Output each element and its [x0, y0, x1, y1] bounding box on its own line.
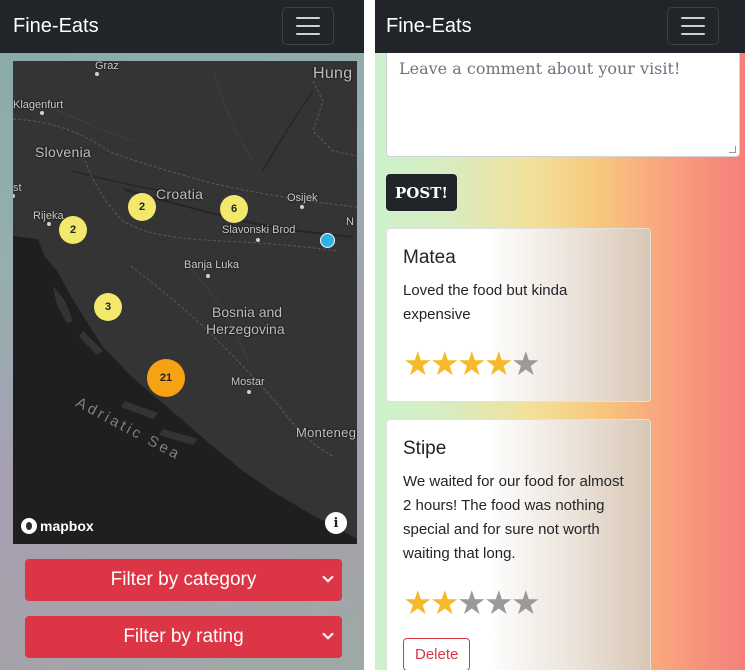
comment-placeholder: Leave a comment about your visit! — [399, 59, 681, 78]
map-label-slovenia: Slovenia — [35, 144, 92, 160]
resize-handle-icon[interactable] — [729, 146, 736, 153]
star-filled-icon: ★ — [403, 345, 433, 382]
review-card: Matea Loved the food but kinda expensive… — [386, 228, 651, 402]
map-label-hungary: Hung — [313, 65, 353, 82]
star-empty-icon: ★ — [457, 584, 487, 621]
review-card: Stipe We waited for our food for almost … — [386, 419, 651, 670]
star-empty-icon: ★ — [511, 345, 541, 382]
map-label-croatia: Croatia — [156, 186, 204, 202]
map-label-graz: Graz — [95, 61, 119, 72]
filter-category-select[interactable]: Filter by category — [25, 559, 342, 601]
delete-review-button[interactable]: Delete — [403, 638, 471, 670]
star-filled-icon: ★ — [484, 345, 514, 382]
navbar: Fine-Eats — [0, 0, 364, 53]
left-pane: Fine-Eats Graz Hung Klagenfurt Slovenia … — [0, 0, 364, 670]
review-text: We waited for our food for almost 2 hour… — [403, 473, 624, 562]
filter-rating-select[interactable]: Filter by rating — [25, 616, 342, 658]
review-text: Loved the food but kinda expensive — [403, 282, 568, 323]
map-cluster-rijeka[interactable]: 2 — [59, 216, 87, 244]
mapbox-logo[interactable]: mapbox — [21, 518, 94, 534]
map[interactable]: Graz Hung Klagenfurt Slovenia st Croatia… — [13, 61, 357, 544]
map-label-bosnia-2: Herzegovina — [206, 321, 285, 337]
map-label-n: N — [346, 216, 354, 228]
filter-category-label: Filter by category — [110, 569, 257, 590]
map-location-marker[interactable] — [320, 233, 335, 248]
map-info-button[interactable]: i — [325, 512, 347, 534]
review-rating: ★ ★ ★ ★ ★ — [403, 586, 634, 619]
review-author: Matea — [403, 247, 456, 268]
navbar-brand[interactable]: Fine-Eats — [386, 15, 472, 38]
navbar-brand[interactable]: Fine-Eats — [13, 15, 99, 38]
hamburger-icon — [681, 17, 705, 19]
mapbox-wordmark: mapbox — [40, 518, 94, 534]
map-terrain — [13, 61, 357, 544]
map-label-bosnia-1: Bosnia and — [212, 304, 283, 320]
review-author: Stipe — [403, 438, 447, 459]
hamburger-icon — [296, 17, 320, 19]
star-empty-icon: ★ — [484, 584, 514, 621]
map-cluster-dalmatia[interactable]: 3 — [94, 293, 122, 321]
map-label-osijek: Osijek — [287, 192, 318, 204]
navbar: Fine-Eats — [375, 0, 745, 53]
comment-textarea[interactable]: Leave a comment about your visit! — [386, 53, 740, 157]
map-cluster-south-coast[interactable]: 21 — [147, 359, 185, 397]
chevron-down-icon — [322, 571, 334, 583]
right-pane: Leave a comment about your visit! Fine-E… — [375, 0, 745, 670]
pane-divider — [364, 0, 375, 670]
star-filled-icon: ★ — [430, 584, 460, 621]
mapbox-icon — [21, 518, 37, 534]
star-filled-icon: ★ — [457, 345, 487, 382]
map-label-rijeka: Rijeka — [33, 210, 64, 222]
map-cluster-slavonia[interactable]: 6 — [220, 195, 248, 223]
menu-toggle-button[interactable] — [667, 7, 719, 45]
chevron-down-icon — [322, 628, 334, 640]
menu-toggle-button[interactable] — [282, 7, 334, 45]
map-label-montenegro: Montenegro — [296, 425, 357, 440]
map-label-mostar: Mostar — [231, 376, 265, 388]
review-rating: ★ ★ ★ ★ ★ — [403, 347, 634, 380]
post-button[interactable]: POST! — [386, 174, 457, 211]
map-label-st: st — [13, 182, 22, 194]
map-label-klagenfurt: Klagenfurt — [13, 99, 64, 111]
map-cluster-croatia[interactable]: 2 — [128, 193, 156, 221]
star-filled-icon: ★ — [403, 584, 433, 621]
filter-rating-label: Filter by rating — [123, 626, 244, 647]
map-label-slavonski-brod: Slavonski Brod — [222, 224, 296, 236]
star-empty-icon: ★ — [511, 584, 541, 621]
star-filled-icon: ★ — [430, 345, 460, 382]
map-label-banja-luka: Banja Luka — [184, 259, 240, 271]
